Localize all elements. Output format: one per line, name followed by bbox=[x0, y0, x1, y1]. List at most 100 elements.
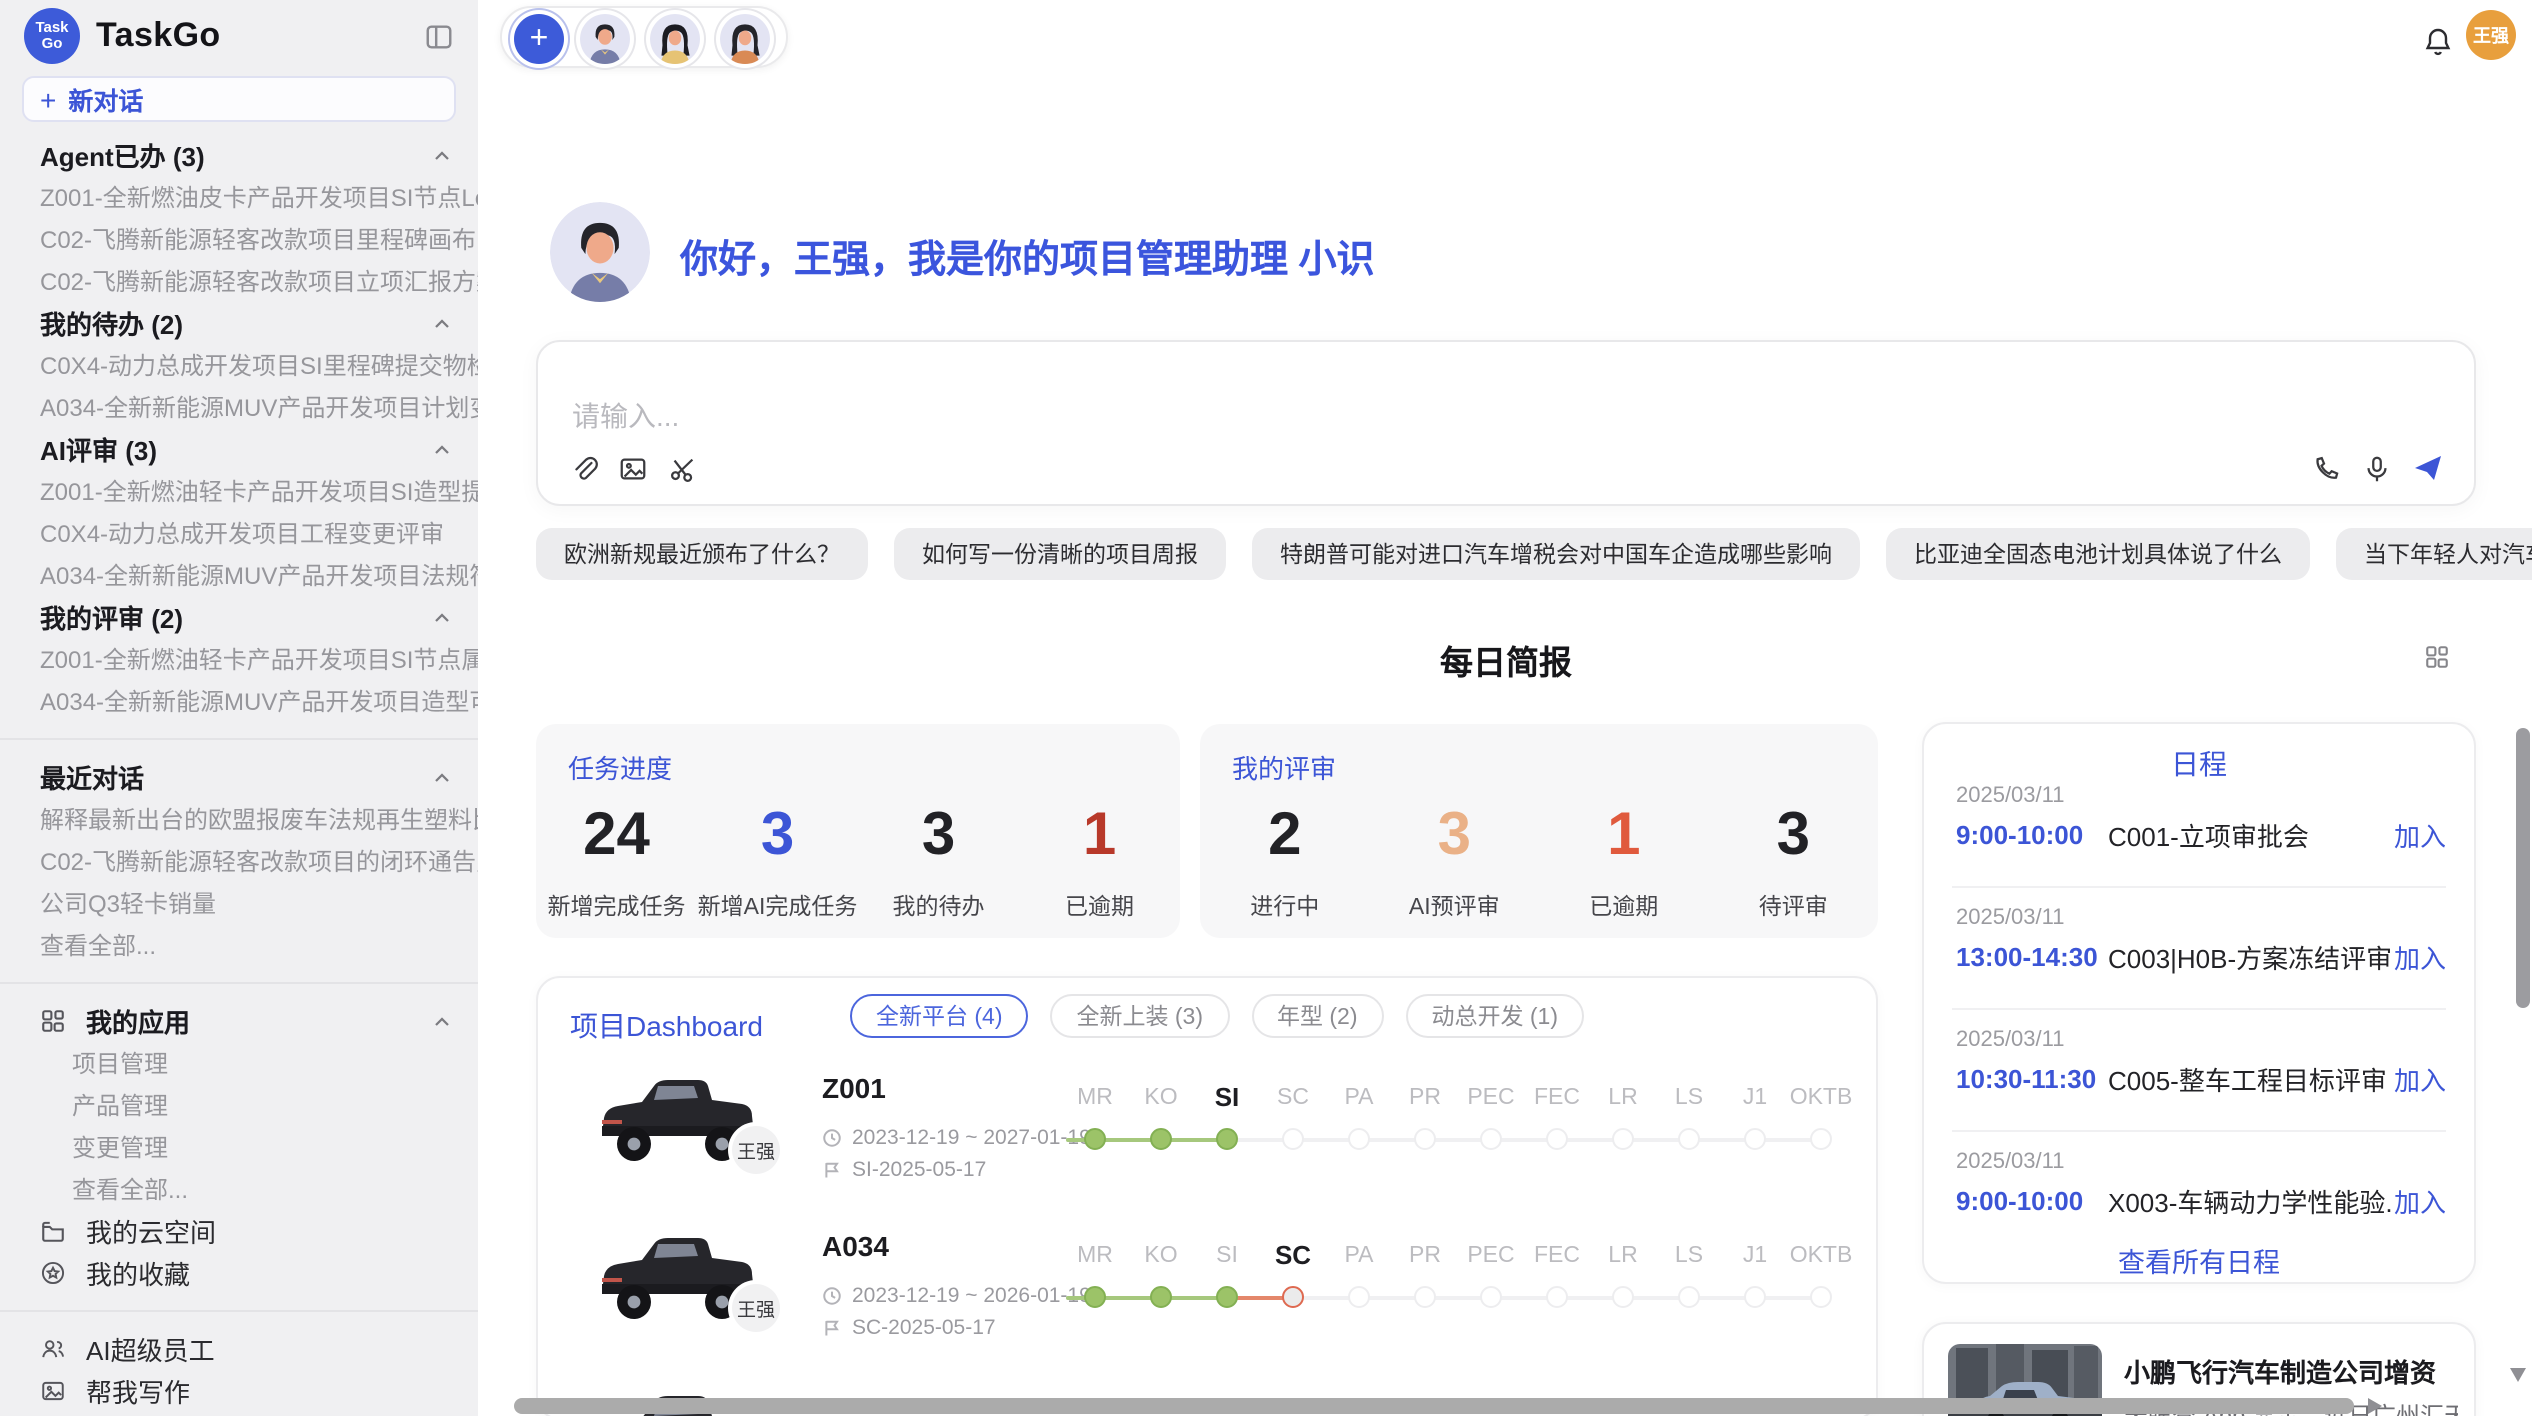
milestone-dot-si[interactable] bbox=[1216, 1286, 1238, 1308]
sidebar-item-help-write[interactable]: 帮我写作 bbox=[0, 1370, 478, 1412]
sidebar-item[interactable]: Z001-全新燃油皮卡产品开发项目SI节点Lesson Learn报告 bbox=[0, 176, 478, 218]
join-link[interactable]: 加入 bbox=[2394, 1060, 2446, 1098]
sidebar-section-agent-done[interactable]: Agent已办 (3) bbox=[0, 134, 478, 176]
milestone-dot-mr[interactable] bbox=[1084, 1286, 1106, 1308]
milestone-dot-sc[interactable] bbox=[1282, 1286, 1304, 1308]
milestone-dot-lr[interactable] bbox=[1612, 1286, 1634, 1308]
sidebar-section-my-apps[interactable]: 我的应用 bbox=[0, 1000, 478, 1042]
sidebar-item-favorites[interactable]: 我的收藏 bbox=[0, 1252, 478, 1294]
suggestion-chip[interactable]: 特朗普可能对进口汽车增税会对中国车企造成哪些影响 bbox=[1252, 528, 1860, 580]
stat-value: 3 bbox=[1709, 802, 1879, 870]
filter-tab-model-year[interactable]: 年型 (2) bbox=[1251, 994, 1384, 1038]
scroll-down-arrow-icon[interactable] bbox=[2510, 1368, 2526, 1382]
milestone-label-sc: SC bbox=[1260, 1236, 1326, 1276]
milestone-dot-lr[interactable] bbox=[1612, 1128, 1634, 1150]
chevron-up-icon[interactable] bbox=[430, 437, 454, 461]
panel-collapse-icon[interactable] bbox=[424, 21, 454, 51]
recent-chat-item[interactable]: 公司Q3轻卡销量 bbox=[0, 882, 478, 924]
sidebar-section-my-review[interactable]: 我的评审 (2) bbox=[0, 596, 478, 638]
milestone-dot-j1[interactable] bbox=[1744, 1128, 1766, 1150]
join-link[interactable]: 加入 bbox=[2394, 1182, 2446, 1220]
milestone-dot-ls[interactable] bbox=[1678, 1286, 1700, 1308]
milestone-dot-pr[interactable] bbox=[1414, 1128, 1436, 1150]
microphone-icon[interactable] bbox=[2362, 453, 2392, 483]
sidebar-item-ai-employee[interactable]: AI超级员工 bbox=[0, 1328, 478, 1370]
send-icon[interactable] bbox=[2412, 452, 2444, 484]
chevron-up-icon[interactable] bbox=[430, 143, 454, 167]
milestone-dot-oktb[interactable] bbox=[1810, 1128, 1832, 1150]
app-item-change-mgmt[interactable]: 变更管理 bbox=[0, 1126, 478, 1168]
sidebar-item[interactable]: C0X4-动力总成开发项目工程变更评审 bbox=[0, 512, 478, 554]
add-conversation-button[interactable]: + bbox=[514, 14, 564, 64]
milestone-dot-j1[interactable] bbox=[1744, 1286, 1766, 1308]
milestone-dot-mr[interactable] bbox=[1084, 1128, 1106, 1150]
sidebar-item[interactable]: C02-飞腾新能源轻客改款项目里程碑画布 bbox=[0, 218, 478, 260]
sidebar-item[interactable]: Z001-全新燃油轻卡产品开发项目SI节点属性5D文件评审 bbox=[0, 638, 478, 680]
milestone-dot-pa[interactable] bbox=[1348, 1128, 1370, 1150]
image-icon[interactable] bbox=[618, 454, 648, 484]
recent-chat-item[interactable]: C02-飞腾新能源轻客改款项目的闭环通告反馈情况 bbox=[0, 840, 478, 882]
avatar[interactable] bbox=[720, 14, 770, 64]
phone-icon[interactable] bbox=[2312, 453, 2342, 483]
avatar[interactable] bbox=[650, 14, 700, 64]
filter-tab-new-platform[interactable]: 全新平台 (4) bbox=[850, 994, 1029, 1038]
sidebar-item[interactable]: A034-全新新能源MUV产品开发项目法规符合性评审 bbox=[0, 554, 478, 596]
sidebar-section-my-todo[interactable]: 我的待办 (2) bbox=[0, 302, 478, 344]
sidebar-item[interactable]: C02-飞腾新能源轻客改款项目立项汇报方案 bbox=[0, 260, 478, 302]
milestone-dot-si[interactable] bbox=[1216, 1128, 1238, 1150]
filter-tab-new-body[interactable]: 全新上装 (3) bbox=[1051, 994, 1230, 1038]
sidebar-item-creative-draw[interactable]: 创意制图 bbox=[0, 1412, 478, 1416]
avatar[interactable] bbox=[580, 14, 630, 64]
notification-bell-icon[interactable] bbox=[2422, 26, 2454, 58]
suggestion-chip[interactable]: 当下年轻人对汽车外观有怎样的喜好趋势 bbox=[2336, 528, 2532, 580]
suggestion-chip[interactable]: 比亚迪全固态电池计划具体说了什么 bbox=[1886, 528, 2310, 580]
milestone-dot-pr[interactable] bbox=[1414, 1286, 1436, 1308]
scissors-icon[interactable] bbox=[668, 454, 698, 484]
new-chat-button[interactable]: + 新对话 bbox=[22, 76, 456, 122]
vertical-scrollbar[interactable] bbox=[2516, 728, 2530, 1008]
milestone-dot-ls[interactable] bbox=[1678, 1128, 1700, 1150]
milestone-dot-oktb[interactable] bbox=[1810, 1286, 1832, 1308]
sidebar-item[interactable]: Z001-全新燃油轻卡产品开发项目SI造型提交物评审 bbox=[0, 470, 478, 512]
suggestion-chip[interactable]: 欧洲新规最近颁布了什么？ bbox=[536, 528, 868, 580]
sidebar-section-ai-review[interactable]: AI评审 (3) bbox=[0, 428, 478, 470]
message-input[interactable] bbox=[568, 398, 1568, 434]
join-link[interactable]: 加入 bbox=[2394, 938, 2446, 976]
layout-grid-icon[interactable] bbox=[2424, 644, 2450, 670]
milestone-dot-fec[interactable] bbox=[1546, 1128, 1568, 1150]
sidebar-item[interactable]: A034-全新新能源MUV产品开发项目计划变更表编写 bbox=[0, 386, 478, 428]
suggestion-chip[interactable]: 如何写一份清晰的项目周报 bbox=[894, 528, 1226, 580]
chevron-up-icon[interactable] bbox=[430, 605, 454, 629]
paperclip-icon[interactable] bbox=[568, 454, 598, 484]
app-item-product-mgmt[interactable]: 产品管理 bbox=[0, 1084, 478, 1126]
chevron-up-icon[interactable] bbox=[430, 765, 454, 789]
apps-view-all[interactable]: 查看全部... bbox=[0, 1168, 478, 1210]
chevron-up-icon[interactable] bbox=[430, 1009, 454, 1033]
schedule-event: 2025/03/11 9:00-10:00 C001-立项审批会 加入 bbox=[1956, 784, 2446, 854]
recent-view-all[interactable]: 查看全部... bbox=[0, 924, 478, 966]
milestone-dot-ko[interactable] bbox=[1150, 1128, 1172, 1150]
milestone-dot-ko[interactable] bbox=[1150, 1286, 1172, 1308]
user-avatar[interactable]: 王强 bbox=[2466, 10, 2516, 60]
project-code[interactable]: A034 bbox=[822, 1226, 889, 1266]
recent-chat-item[interactable]: 解释最新出台的欧盟报废车法规再生塑料比例被调至15%... bbox=[0, 798, 478, 840]
app-item-project-mgmt[interactable]: 项目管理 bbox=[0, 1042, 478, 1084]
chevron-up-icon[interactable] bbox=[430, 311, 454, 335]
filter-tab-powertrain[interactable]: 动总开发 (1) bbox=[1406, 994, 1585, 1038]
project-code[interactable]: Z001 bbox=[822, 1068, 886, 1108]
sidebar-item[interactable]: A034-全新新能源MUV产品开发项目造型可行性评审 bbox=[0, 680, 478, 722]
milestone-dot-pec[interactable] bbox=[1480, 1128, 1502, 1150]
horizontal-scrollbar[interactable] bbox=[514, 1398, 2354, 1414]
sidebar-section-recent[interactable]: 最近对话 bbox=[0, 756, 478, 798]
join-link[interactable]: 加入 bbox=[2394, 816, 2446, 854]
view-all-schedule-link[interactable]: 查看所有日程 bbox=[1924, 1240, 2474, 1280]
milestone-dot-sc[interactable] bbox=[1282, 1128, 1304, 1150]
sidebar-item-cloud-space[interactable]: 我的云空间 bbox=[0, 1210, 478, 1252]
scroll-right-arrow-icon[interactable] bbox=[2368, 1398, 2382, 1414]
stat-value: 3 bbox=[1370, 802, 1540, 870]
milestone-dot-fec[interactable] bbox=[1546, 1286, 1568, 1308]
flag-icon bbox=[822, 1160, 842, 1180]
milestone-dot-pec[interactable] bbox=[1480, 1286, 1502, 1308]
milestone-dot-pa[interactable] bbox=[1348, 1286, 1370, 1308]
sidebar-item[interactable]: C0X4-动力总成开发项目SI里程碑提交物检查 bbox=[0, 344, 478, 386]
